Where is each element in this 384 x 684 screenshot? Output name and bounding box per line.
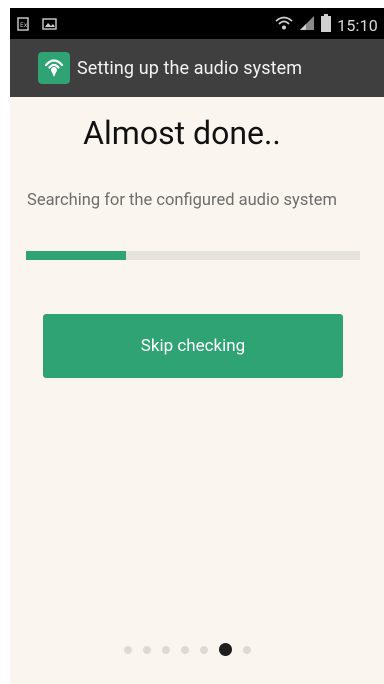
battery-icon [321, 14, 332, 36]
search-progress-fill [26, 251, 127, 260]
status-bar-notifications: Ex [16, 16, 58, 35]
headline: Almost done.. [83, 114, 281, 152]
skip-checking-button[interactable]: Skip checking [43, 314, 343, 378]
image-notification-icon [42, 16, 58, 35]
page-dot-active [218, 643, 232, 656]
signal-icon [299, 15, 315, 35]
page-dot [142, 645, 151, 654]
page-title: Setting up the audio system [77, 57, 303, 79]
action-bar: Setting up the audio system [10, 39, 384, 97]
page-indicator [0, 643, 374, 656]
page-dot [242, 645, 251, 654]
page-dot [180, 645, 189, 654]
wifi-icon [275, 15, 293, 35]
audio-system-app-icon[interactable] [38, 52, 70, 84]
clock: 15:10 [337, 15, 378, 35]
search-progress-bar [26, 251, 360, 260]
sim-card-icon: Ex [16, 16, 32, 35]
page-dot [123, 645, 132, 654]
status-bar-system: 15:10 [275, 14, 378, 36]
page-dot [161, 645, 170, 654]
search-status-text: Searching for the configured audio syste… [27, 191, 337, 210]
status-bar: Ex 15:10 [10, 8, 384, 39]
page-dot [199, 645, 208, 654]
svg-text:Ex: Ex [20, 22, 28, 29]
